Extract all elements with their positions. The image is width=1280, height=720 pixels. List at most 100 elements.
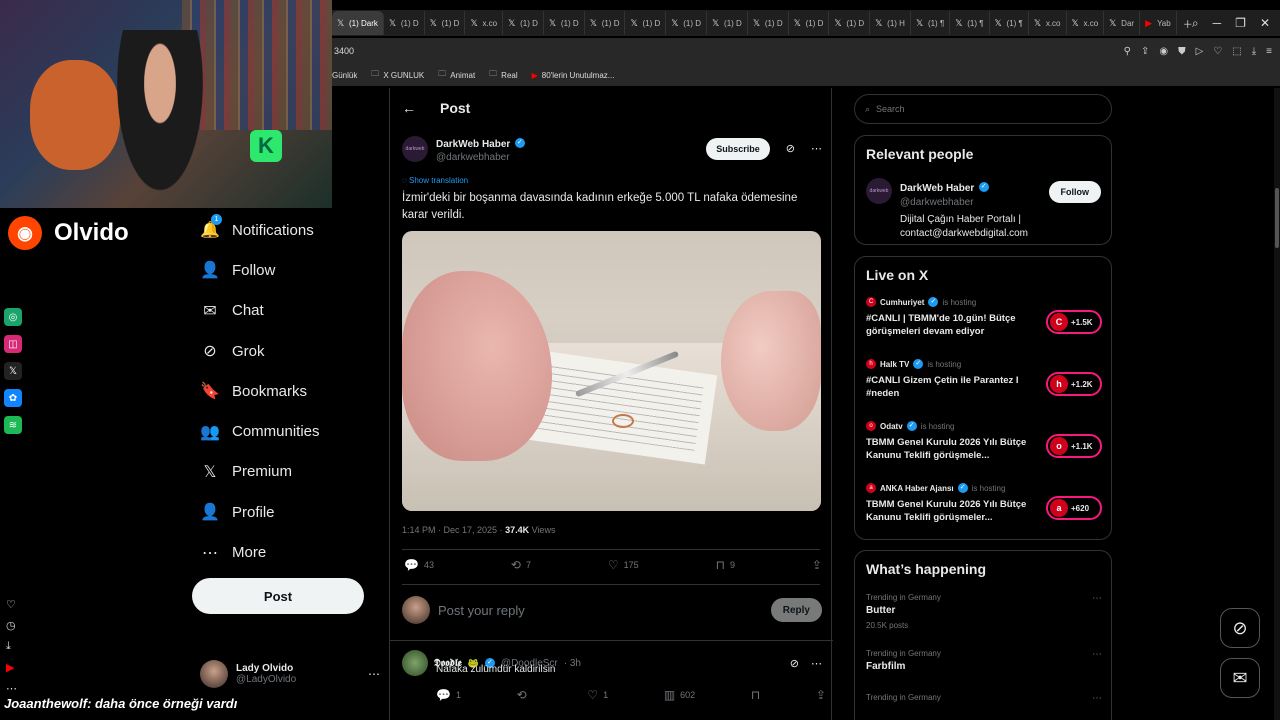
nav-item-communities[interactable]: 👥 Communities — [192, 411, 372, 451]
live-space-item[interactable]: C Cumhuriyet ✓ is hosting #CANLI | TBMM'de 1… — [866, 297, 1102, 338]
trend-item[interactable]: Trending in Germany Butter 20.5K posts ⋯ — [866, 593, 1102, 630]
bookmark-item[interactable]: Günlük — [332, 71, 357, 80]
listener-pill[interactable]: o +1.1K — [1046, 434, 1102, 458]
browser-tab[interactable]: 𝕏 (1) D — [707, 11, 748, 35]
trend-item[interactable]: Trending in Germany ⋯ — [866, 693, 1102, 707]
scrollbar-thumb[interactable] — [1275, 188, 1279, 248]
account-switcher[interactable]: Lady Olvido @LadyOlvido ⋯ — [200, 660, 380, 688]
nav-item-premium[interactable]: 𝕏 Premium — [192, 452, 372, 492]
browser-tab[interactable]: 𝕏 (1) D — [748, 11, 789, 35]
search-input[interactable]: Search — [876, 104, 905, 114]
bookmark-action[interactable]: ⊓ 9 — [716, 558, 735, 572]
browser-tab[interactable]: 𝕏 (1) Dark — [332, 11, 384, 35]
cube-icon[interactable]: ⬚ — [1232, 46, 1241, 57]
bookmark-action[interactable]: ⊓ — [751, 688, 760, 702]
browser-tab[interactable]: ▶ Yab — [1140, 11, 1177, 35]
live-space-item[interactable]: o Odatv ✓ is hosting TBMM Genel Kurulu 2026 … — [866, 421, 1102, 462]
repost-action[interactable]: ⟲ 7 — [511, 558, 531, 572]
author-avatar[interactable]: darkweb — [402, 135, 428, 162]
reply-avatar[interactable] — [402, 650, 428, 676]
avatar[interactable]: darkweb — [866, 178, 892, 204]
back-arrow-icon[interactable]: ← — [402, 100, 416, 116]
browser-tab[interactable]: 𝕏 (1) D — [625, 11, 667, 35]
browser-tab[interactable]: 𝕏 (1) D — [585, 11, 626, 35]
browser-tab[interactable]: 𝕏 (1) D — [666, 11, 708, 35]
share-action[interactable]: ⇪ — [816, 688, 826, 702]
minimize-icon[interactable]: ─ — [1213, 16, 1222, 30]
browser-tab[interactable]: 𝕏 (1) D — [544, 11, 585, 35]
scrollbar[interactable] — [1274, 88, 1280, 720]
views-action[interactable]: ▥ 602 — [664, 688, 695, 702]
browser-tab[interactable]: 𝕏 (1) ¶ — [990, 11, 1029, 35]
bookmark-item[interactable]: ▶ 80'lerin Unutulmaz... — [532, 71, 615, 80]
bookmark-item[interactable]: 🗀 Real — [489, 68, 517, 82]
play-icon[interactable]: ▷ — [1196, 46, 1204, 57]
subscribe-button[interactable]: Subscribe — [706, 137, 770, 160]
browser-tab[interactable]: 𝕏 (1) H — [870, 11, 911, 35]
trend-item[interactable]: Trending in Germany Farbfilm ⋯ — [866, 649, 1102, 677]
person-handle[interactable]: @darkwebhaber — [900, 197, 1050, 208]
listener-pill[interactable]: h +1.2K — [1046, 372, 1102, 396]
reply-button[interactable]: Reply — [770, 598, 822, 622]
post-image[interactable] — [402, 231, 821, 511]
more-icon[interactable]: ⋯ — [1092, 693, 1102, 704]
browser-tab[interactable]: 𝕏 (1) D — [384, 11, 425, 35]
repost-action[interactable]: ⟲ — [517, 688, 532, 702]
url-text[interactable]: 3400 — [334, 46, 354, 56]
heart-icon[interactable]: ♡ — [1213, 46, 1222, 57]
nav-item-chat[interactable]: ✉ Chat — [192, 291, 372, 331]
bookmark-item[interactable]: 🗀 X GUNLUK — [371, 68, 424, 82]
reply-action[interactable]: 💬 1 — [436, 688, 461, 702]
listener-pill[interactable]: C +1.5K — [1046, 310, 1102, 334]
nav-item-profile[interactable]: 👤 Profile — [192, 492, 372, 532]
browser-tab[interactable]: 𝕏 Dar — [1104, 11, 1141, 35]
follow-button[interactable]: Follow — [1048, 181, 1101, 203]
messages-fab-button[interactable]: ✉ — [1220, 658, 1260, 698]
reply-action[interactable]: 💬 43 — [404, 558, 434, 572]
share-icon[interactable]: ⇪ — [1141, 46, 1149, 57]
nav-item-grok[interactable]: ⊘ Grok — [192, 331, 372, 371]
browser-tab[interactable]: 𝕏 (1) D — [829, 11, 871, 35]
reply-post[interactable]: 𝕯𝖔𝖔𝖉𝖑𝖊 🐸 ✓ @DoodleScr · 3h ⊘ ⋯ Nafaka zul… — [402, 650, 826, 702]
grok-icon[interactable]: ⊘ — [790, 657, 799, 670]
nav-item-notifications[interactable]: 🔔 1 Notifications — [192, 210, 372, 250]
browser-tab[interactable]: 𝕏 (1) D — [503, 11, 544, 35]
menu-icon[interactable]: ≡ — [1266, 46, 1272, 57]
shield-icon[interactable]: ⛊ — [1178, 46, 1186, 57]
author-handle[interactable]: @darkwebhaber — [436, 152, 525, 163]
browser-tab[interactable]: 𝕏x.co — [1067, 11, 1105, 35]
browser-tab[interactable]: 𝕏 (1) ¶ — [911, 11, 951, 35]
bookmark-item[interactable]: 🗀 Animat — [438, 68, 475, 82]
search-tabs-icon[interactable]: ⌕ — [1192, 16, 1199, 31]
grok-icon[interactable]: ⊘ — [786, 142, 795, 155]
browser-tab[interactable]: 𝕏 (1) D — [425, 11, 466, 35]
zoom-icon[interactable]: ⚲ — [1124, 46, 1131, 57]
live-space-item[interactable]: a ANKA Haber Ajansı ✓ is hosting TBMM Genel … — [866, 483, 1102, 524]
show-translation-link[interactable]: ◌ Show translation — [402, 176, 468, 185]
nav-item-bookmarks[interactable]: 🔖 Bookmarks — [192, 371, 372, 411]
search-box[interactable]: ⌕ Search — [854, 94, 1112, 124]
reply-input[interactable]: Post your reply — [438, 603, 525, 618]
download-icon[interactable]: ⤓ — [1252, 46, 1256, 57]
browser-tab[interactable]: 𝕏 (1) ¶ — [950, 11, 990, 35]
nav-item-more[interactable]: ⋯ More — [192, 532, 372, 572]
share-action[interactable]: ⇪ — [812, 558, 822, 572]
browser-tab[interactable]: 𝕏 (1) D — [789, 11, 830, 35]
browser-tab[interactable]: 𝕏x.co — [1029, 11, 1067, 35]
address-bar[interactable]: 3400 ⚲ ⇪ ◉ ⛊ ▷ ♡ ⬚ ⤓ ≡ — [332, 38, 1280, 64]
more-icon[interactable]: ⋯ — [1092, 649, 1102, 660]
camera-icon[interactable]: ◉ — [1159, 46, 1168, 57]
nav-item-follow[interactable]: 👤 Follow — [192, 250, 372, 290]
more-icon[interactable]: ⋯ — [368, 667, 380, 681]
author-name[interactable]: DarkWeb Haber — [436, 139, 510, 150]
listener-pill[interactable]: a +620 — [1046, 496, 1102, 520]
more-icon[interactable]: ⋯ — [1092, 593, 1102, 604]
live-space-item[interactable]: h Halk TV ✓ is hosting #CANLI Gizem Çetin il… — [866, 359, 1102, 400]
browser-tab[interactable]: 𝕏x.co — [465, 11, 504, 35]
post-button[interactable]: Post — [192, 578, 364, 614]
more-icon[interactable]: ⋯ — [811, 657, 822, 670]
close-icon[interactable]: ✕ — [1260, 16, 1270, 30]
like-action[interactable]: ♡ 1 — [587, 688, 608, 702]
post-timestamp[interactable]: 1:14 PM · Dec 17, 2025 · — [402, 525, 505, 535]
more-icon[interactable]: ⋯ — [811, 142, 822, 155]
